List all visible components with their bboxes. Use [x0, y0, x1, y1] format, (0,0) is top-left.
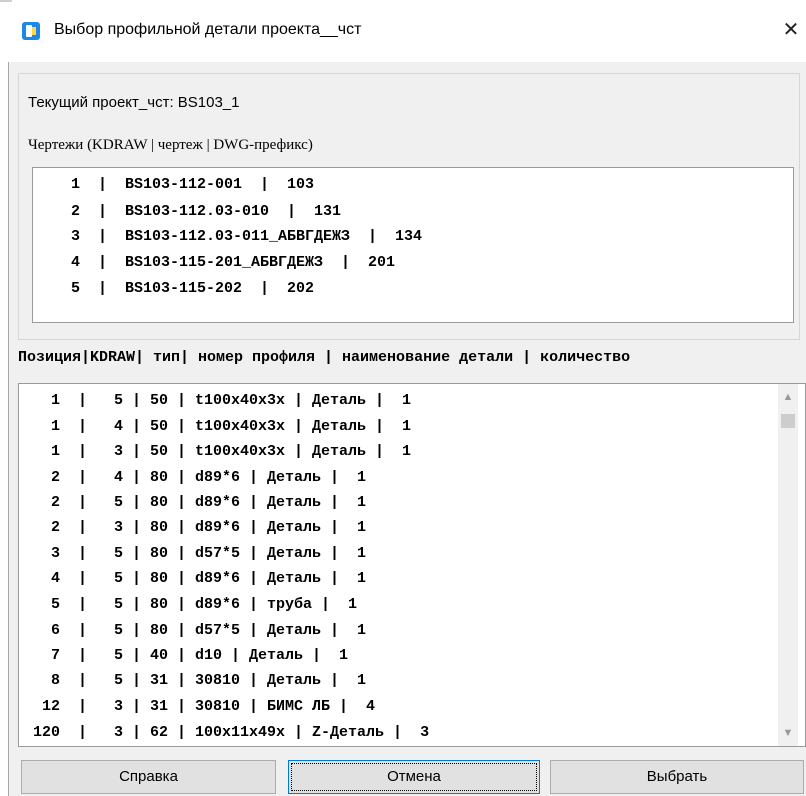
drawing-row[interactable]: 5 | BS103-115-202 | 202: [71, 280, 314, 297]
part-row[interactable]: 7 | 5 | 40 | d10 | Деталь | 1: [33, 647, 348, 664]
drawings-header: Чертежи (KDRAW | чертеж | DWG-префикс): [28, 137, 313, 153]
drawing-row[interactable]: 1 | BS103-112-001 | 103: [71, 176, 314, 193]
parts-scrollbar[interactable]: ▲ ▼: [778, 384, 798, 746]
part-row[interactable]: 1 | 3 | 50 | t100x40x3x | Деталь | 1: [33, 443, 411, 460]
drawing-row[interactable]: 4 | BS103-115-201_АБВГДЕЖЗ | 201: [71, 254, 395, 271]
parts-list[interactable]: 1 | 5 | 50 | t100x40x3x | Деталь | 1 1 |…: [18, 383, 806, 747]
part-row[interactable]: 2 | 5 | 80 | d89*6 | Деталь | 1: [33, 494, 366, 511]
title-bar[interactable]: Выбор профильной детали проекта__чст ✕: [0, 0, 806, 62]
cancel-button[interactable]: Отмена: [288, 760, 540, 794]
drawing-row[interactable]: 3 | BS103-112.03-011_АБВГДЕЖЗ | 134: [71, 228, 422, 245]
scroll-up-icon[interactable]: ▲: [781, 390, 795, 404]
part-row[interactable]: 2 | 4 | 80 | d89*6 | Деталь | 1: [33, 469, 366, 486]
part-row[interactable]: 4 | 5 | 80 | d89*6 | Деталь | 1: [33, 570, 366, 587]
help-button[interactable]: Справка: [21, 760, 276, 794]
part-row[interactable]: 3 | 5 | 80 | d57*5 | Деталь | 1: [33, 545, 366, 562]
drawings-list[interactable]: 1 | BS103-112-001 | 103 2 | BS103-112.03…: [32, 167, 794, 323]
scroll-down-icon[interactable]: ▼: [781, 726, 795, 740]
part-row[interactable]: 5 | 5 | 80 | d89*6 | труба | 1: [33, 596, 357, 613]
close-icon: ✕: [782, 19, 800, 41]
part-row[interactable]: 6 | 5 | 80 | d57*5 | Деталь | 1: [33, 622, 366, 639]
close-button[interactable]: ✕: [776, 12, 806, 48]
part-row[interactable]: 120 | 3 | 62 | 100x11x49x | Z-Деталь | 3: [33, 724, 429, 741]
part-row[interactable]: 1 | 4 | 50 | t100x40x3x | Деталь | 1: [33, 418, 411, 435]
drawing-row[interactable]: 2 | BS103-112.03-010 | 131: [71, 203, 341, 220]
parts-header: Позиция|KDRAW| тип| номер профиля | наим…: [18, 349, 631, 366]
title-accent: [0, 0, 12, 2]
part-row[interactable]: 1 | 5 | 50 | t100x40x3x | Деталь | 1: [33, 392, 411, 409]
scroll-thumb[interactable]: [781, 414, 795, 428]
part-row[interactable]: 2 | 3 | 80 | d89*6 | Деталь | 1: [33, 519, 366, 536]
window-title: Выбор профильной детали проекта__чст: [54, 21, 362, 38]
part-row[interactable]: 8 | 5 | 31 | 30810 | Деталь | 1: [33, 672, 366, 689]
app-icon: [22, 22, 40, 40]
select-button[interactable]: Выбрать: [550, 760, 804, 794]
part-row[interactable]: 12 | 3 | 31 | 30810 | БИМС ЛБ | 4: [33, 698, 375, 715]
current-project-label: Текущий проект_чст: BS103_1: [28, 94, 240, 111]
